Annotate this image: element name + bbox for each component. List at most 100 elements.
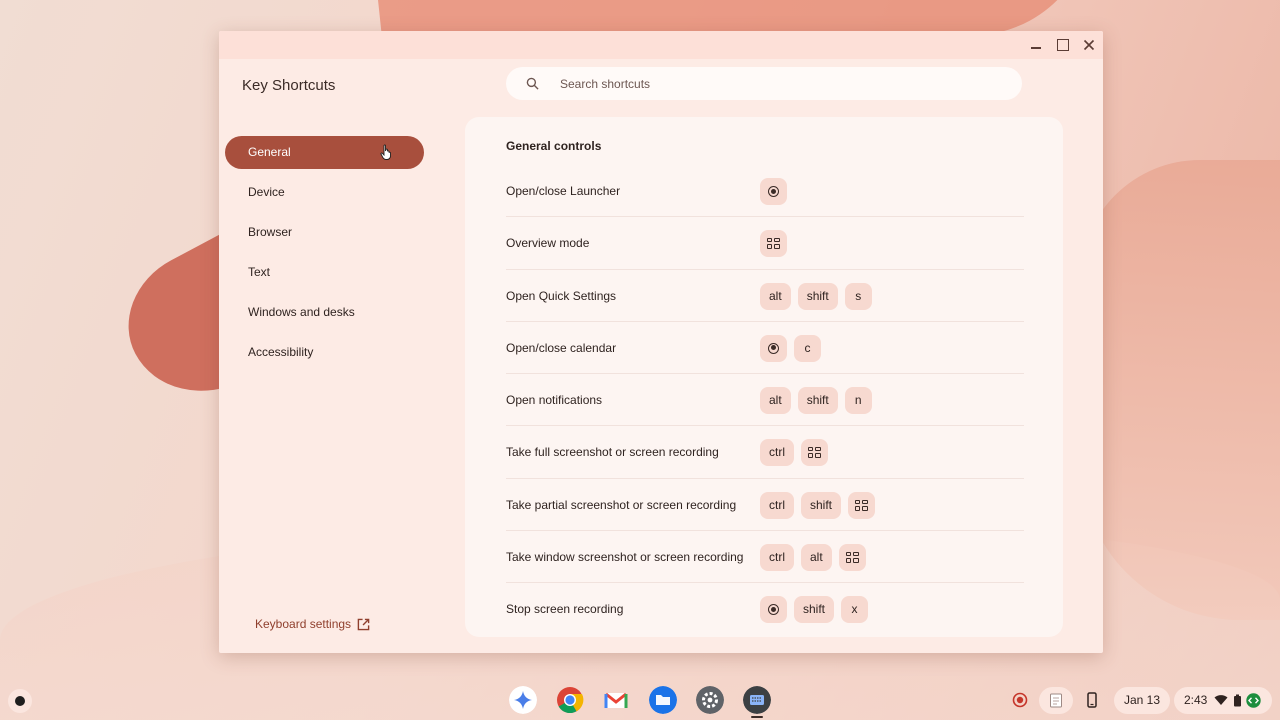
shortcut-row-take-window-screenshot-or-screen-recording[interactable]: Take window screenshot or screen recordi… (506, 531, 1024, 584)
shortcut-label: Overview mode (506, 236, 590, 251)
shortcuts-app-icon[interactable] (743, 686, 771, 714)
overview-key (760, 230, 787, 258)
key-combination: shift x (760, 596, 869, 624)
launcher-button[interactable] (8, 689, 32, 713)
keyboard-settings-label: Keyboard settings (255, 617, 352, 631)
phone-hub-icon[interactable] (1085, 692, 1099, 708)
shortcut-row-take-full-screenshot-or-screen-recording[interactable]: Take full screenshot or screen recording… (506, 426, 1024, 479)
key-combination: ctrl alt (760, 544, 866, 572)
nav-item-label: Device (248, 185, 285, 199)
key-combination (760, 178, 787, 205)
nav-item-accessibility[interactable]: Accessibility (225, 336, 424, 369)
nav-item-label: Accessibility (248, 345, 314, 359)
shelf: Jan 13 2:43 (0, 681, 1280, 720)
wifi-icon (1214, 695, 1228, 705)
key-combination: alt shift s (760, 282, 872, 310)
time-label: 2:43 (1184, 693, 1208, 707)
external-link-icon (357, 618, 370, 630)
overview-key-icon (767, 238, 780, 250)
key-combination: c (760, 334, 821, 362)
launcher-key (760, 178, 787, 205)
nav-item-label: Browser (248, 225, 293, 239)
status-area[interactable]: 2:43 (1174, 687, 1272, 714)
key-combination (760, 230, 787, 258)
nav-item-label: Windows and desks (248, 305, 355, 319)
battery-icon (1234, 694, 1241, 707)
key-alt: alt (801, 544, 832, 572)
maximize-button[interactable] (1053, 36, 1071, 54)
shortcut-label: Open/close calendar (506, 340, 617, 355)
key-c: c (794, 334, 821, 362)
launcher-key-icon (768, 604, 779, 616)
search-input[interactable] (560, 73, 1000, 94)
files-icon[interactable] (649, 686, 677, 714)
shortcut-row-open-quick-settings[interactable]: Open Quick Settings alt shift s (506, 270, 1024, 322)
key-shift: shift (797, 282, 838, 310)
shortcut-label: Stop screen recording (506, 602, 624, 617)
category-nav: General Device Browser Text Windows and … (225, 136, 424, 376)
overview-key (848, 491, 876, 519)
overview-key-icon (855, 499, 869, 511)
settings-icon[interactable] (696, 686, 724, 714)
key-combination: alt shift n (760, 387, 872, 415)
shortcut-row-take-partial-screenshot-or-screen-recording[interactable]: Take partial screenshot or screen record… (506, 479, 1024, 532)
key-ctrl: ctrl (760, 439, 794, 467)
nav-item-text[interactable]: Text (225, 256, 424, 289)
shortcuts-panel: General controls Open/close Launcher Over… (465, 117, 1063, 637)
code-icon (1246, 693, 1261, 708)
key-ctrl: ctrl (760, 491, 794, 519)
nav-item-label: Text (248, 265, 271, 279)
key-n: n (844, 387, 872, 415)
gmail-icon[interactable] (602, 686, 630, 714)
app-title: Key Shortcuts (242, 77, 336, 94)
section-title: General controls (506, 139, 602, 153)
shortcut-label: Open notifications (506, 393, 603, 408)
keyboard-settings-link[interactable]: Keyboard settings (255, 617, 370, 631)
tote-pill[interactable] (1039, 687, 1073, 714)
mouse-cursor-icon (380, 144, 391, 160)
shortcut-label: Open/close Launcher (506, 184, 621, 198)
close-button[interactable] (1080, 36, 1098, 54)
key-combination: ctrl (760, 439, 828, 467)
nav-item-browser[interactable]: Browser (225, 216, 424, 249)
overview-key-icon (845, 552, 859, 564)
nav-item-label: General (248, 145, 291, 159)
minimize-button[interactable] (1027, 36, 1045, 54)
key-s: s (844, 282, 872, 310)
screen-record-icon[interactable] (1012, 692, 1028, 708)
key-shift: shift (801, 491, 842, 519)
shortcut-row-open-notifications[interactable]: Open notifications alt shift n (506, 374, 1024, 427)
shortcut-row-open-close-calendar[interactable]: Open/close calendar c (506, 322, 1024, 375)
chrome-icon[interactable] (556, 686, 584, 714)
search-icon (526, 77, 539, 90)
close-icon (1083, 39, 1095, 51)
key-x: x (841, 596, 869, 624)
shortcut-label: Take full screenshot or screen recording (506, 445, 719, 460)
shortcut-label: Take window screenshot or screen recordi… (506, 550, 744, 565)
launcher-key (760, 596, 787, 624)
nav-item-windows-and-desks[interactable]: Windows and desks (225, 296, 424, 329)
shortcut-label: Open Quick Settings (506, 288, 617, 303)
gemini-icon[interactable] (509, 686, 537, 714)
key-shortcuts-window: Key Shortcuts General Device Browser Tex… (219, 31, 1103, 653)
wallpaper-shape (1080, 160, 1280, 620)
overview-key-icon (808, 447, 821, 459)
overview-key (838, 544, 866, 572)
title-bar[interactable] (219, 31, 1103, 59)
key-ctrl: ctrl (760, 544, 794, 572)
search-box[interactable] (506, 67, 1022, 100)
launcher-key (760, 334, 787, 362)
launcher-key-icon (768, 342, 779, 354)
date-label: Jan 13 (1123, 693, 1161, 707)
key-combination: ctrl shift (760, 491, 876, 519)
active-app-indicator (751, 716, 763, 718)
shortcut-list: Open/close Launcher Overview mode Open Qui… (506, 165, 1024, 636)
shortcut-label: Take partial screenshot or screen record… (506, 497, 737, 512)
nav-item-general[interactable]: General (225, 136, 424, 169)
overview-key (801, 439, 828, 467)
nav-item-device[interactable]: Device (225, 176, 424, 209)
shortcut-row-overview-mode[interactable]: Overview mode (506, 217, 1024, 270)
shortcut-row-open-close-launcher[interactable]: Open/close Launcher (506, 165, 1024, 218)
shortcut-row-stop-screen-recording[interactable]: Stop screen recording shift x (506, 583, 1024, 635)
date-pill[interactable]: Jan 13 (1114, 687, 1170, 714)
